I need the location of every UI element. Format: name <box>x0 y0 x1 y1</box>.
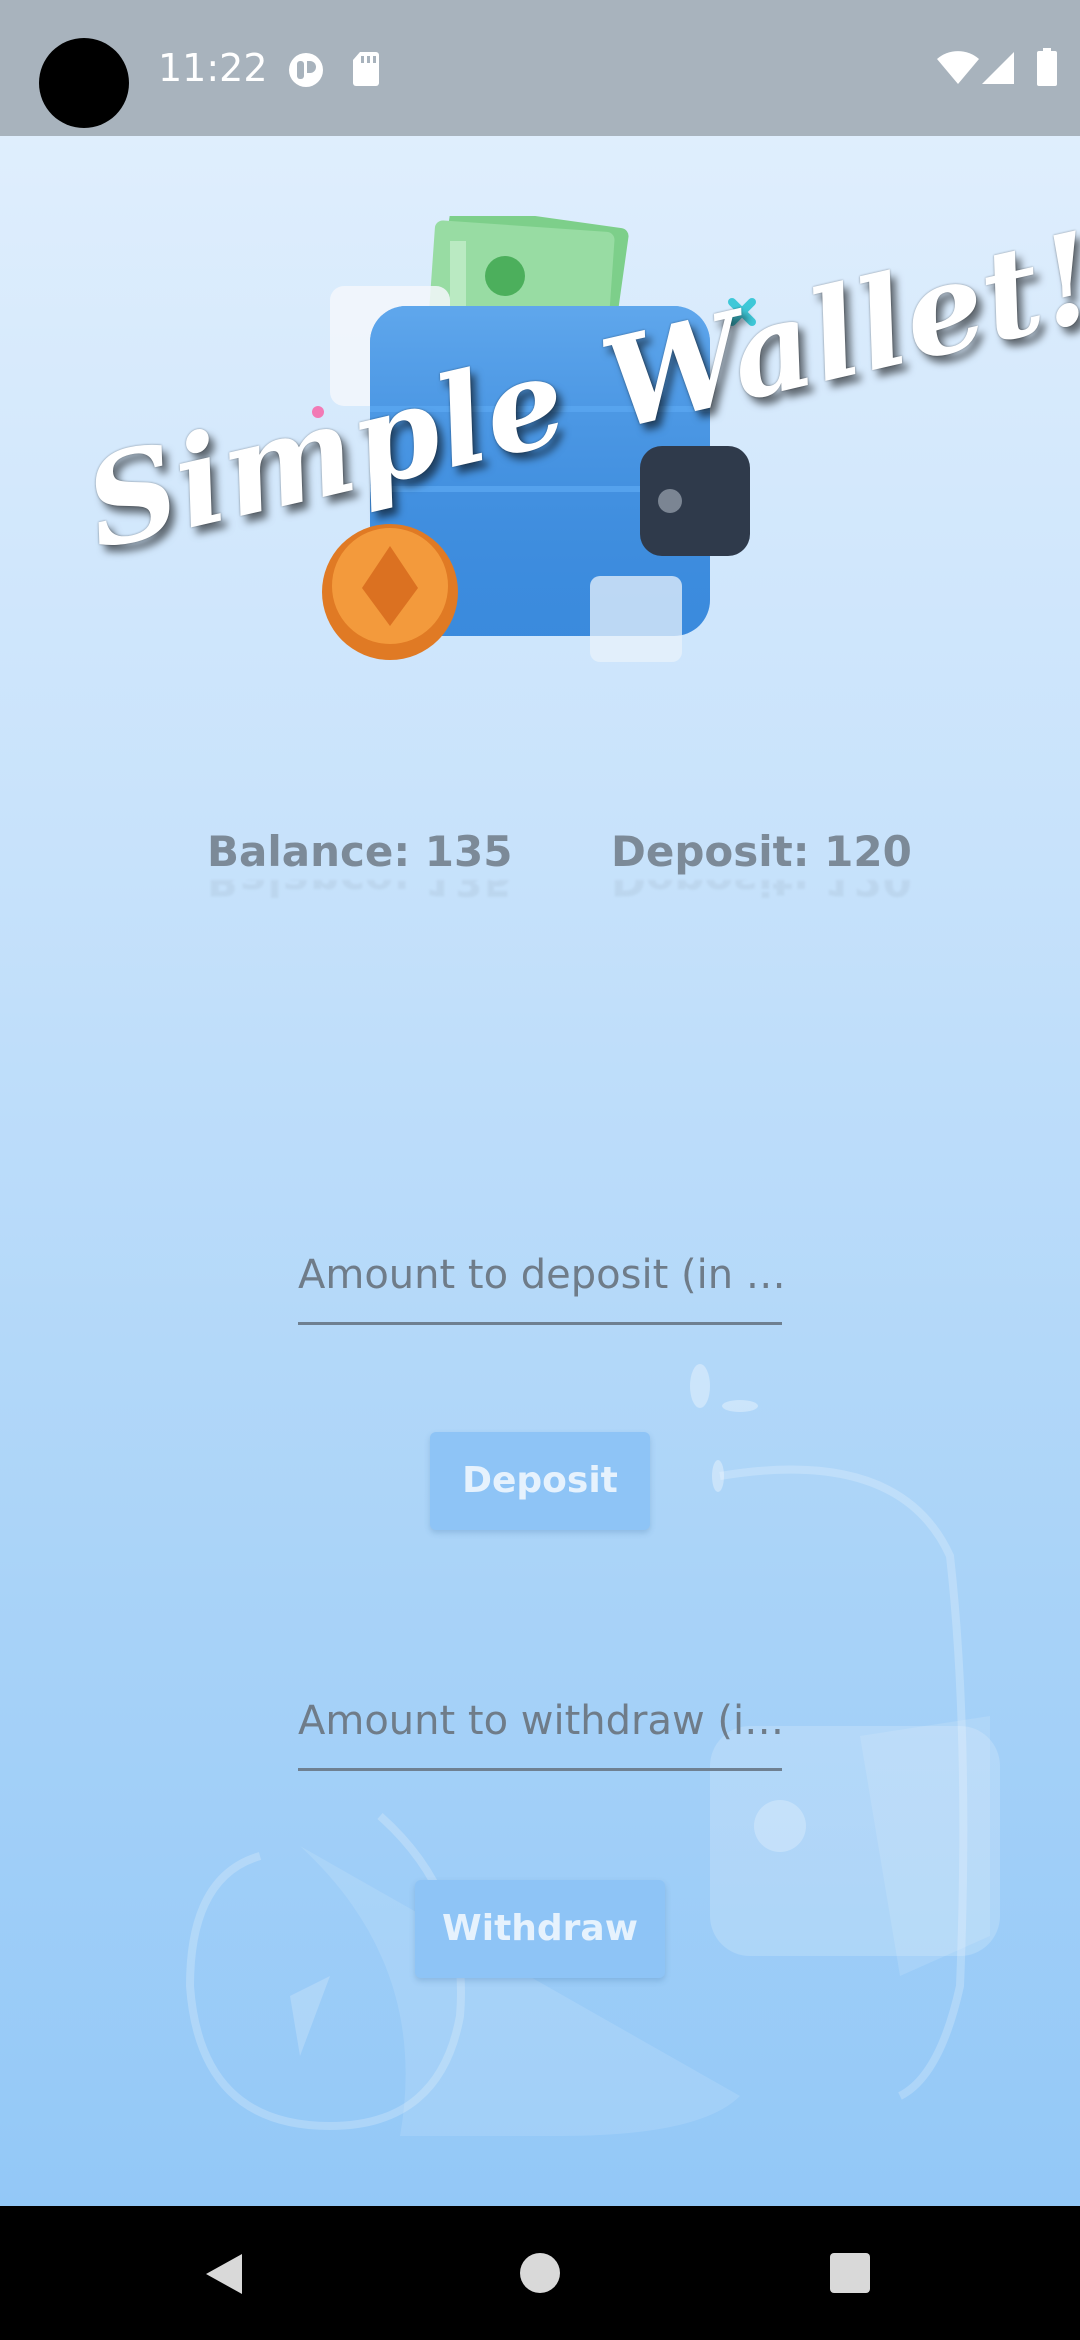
coin-icon <box>322 524 458 660</box>
deposit-total-label: Deposit: 120 <box>611 827 912 876</box>
battery-icon <box>1037 48 1057 86</box>
balance-label: Balance: 135 <box>207 827 513 876</box>
deposit-amount-field[interactable] <box>298 1230 782 1325</box>
deposit-amount-input[interactable] <box>298 1230 782 1320</box>
withdraw-amount-field[interactable] <box>298 1676 782 1771</box>
status-time: 11:22 <box>158 46 268 90</box>
status-bar: 11:22 <box>0 0 1080 136</box>
withdraw-amount-input[interactable] <box>298 1676 782 1766</box>
home-icon[interactable] <box>519 2252 561 2294</box>
app-notification-icon <box>289 53 323 87</box>
app-body: Simple Wallet! Balance: 135 Deposit: 120… <box>0 136 1080 2206</box>
withdraw-button[interactable]: Withdraw <box>415 1880 665 1978</box>
phone-screen: 11:22 Simple Wallet! Balance: 135 Deposi… <box>0 0 1080 2340</box>
balance-label-reflection: Balance: 135 <box>207 880 513 905</box>
navigation-bar <box>0 2206 1080 2340</box>
sd-card-icon <box>353 52 379 86</box>
signal-icon <box>982 52 1014 84</box>
recents-icon[interactable] <box>830 2253 870 2293</box>
deposit-button[interactable]: Deposit <box>430 1432 650 1530</box>
camera-cutout <box>39 38 129 128</box>
back-icon[interactable] <box>204 2252 244 2296</box>
wifi-icon <box>937 51 979 84</box>
deposit-total-label-reflection: Deposit: 120 <box>611 880 912 905</box>
